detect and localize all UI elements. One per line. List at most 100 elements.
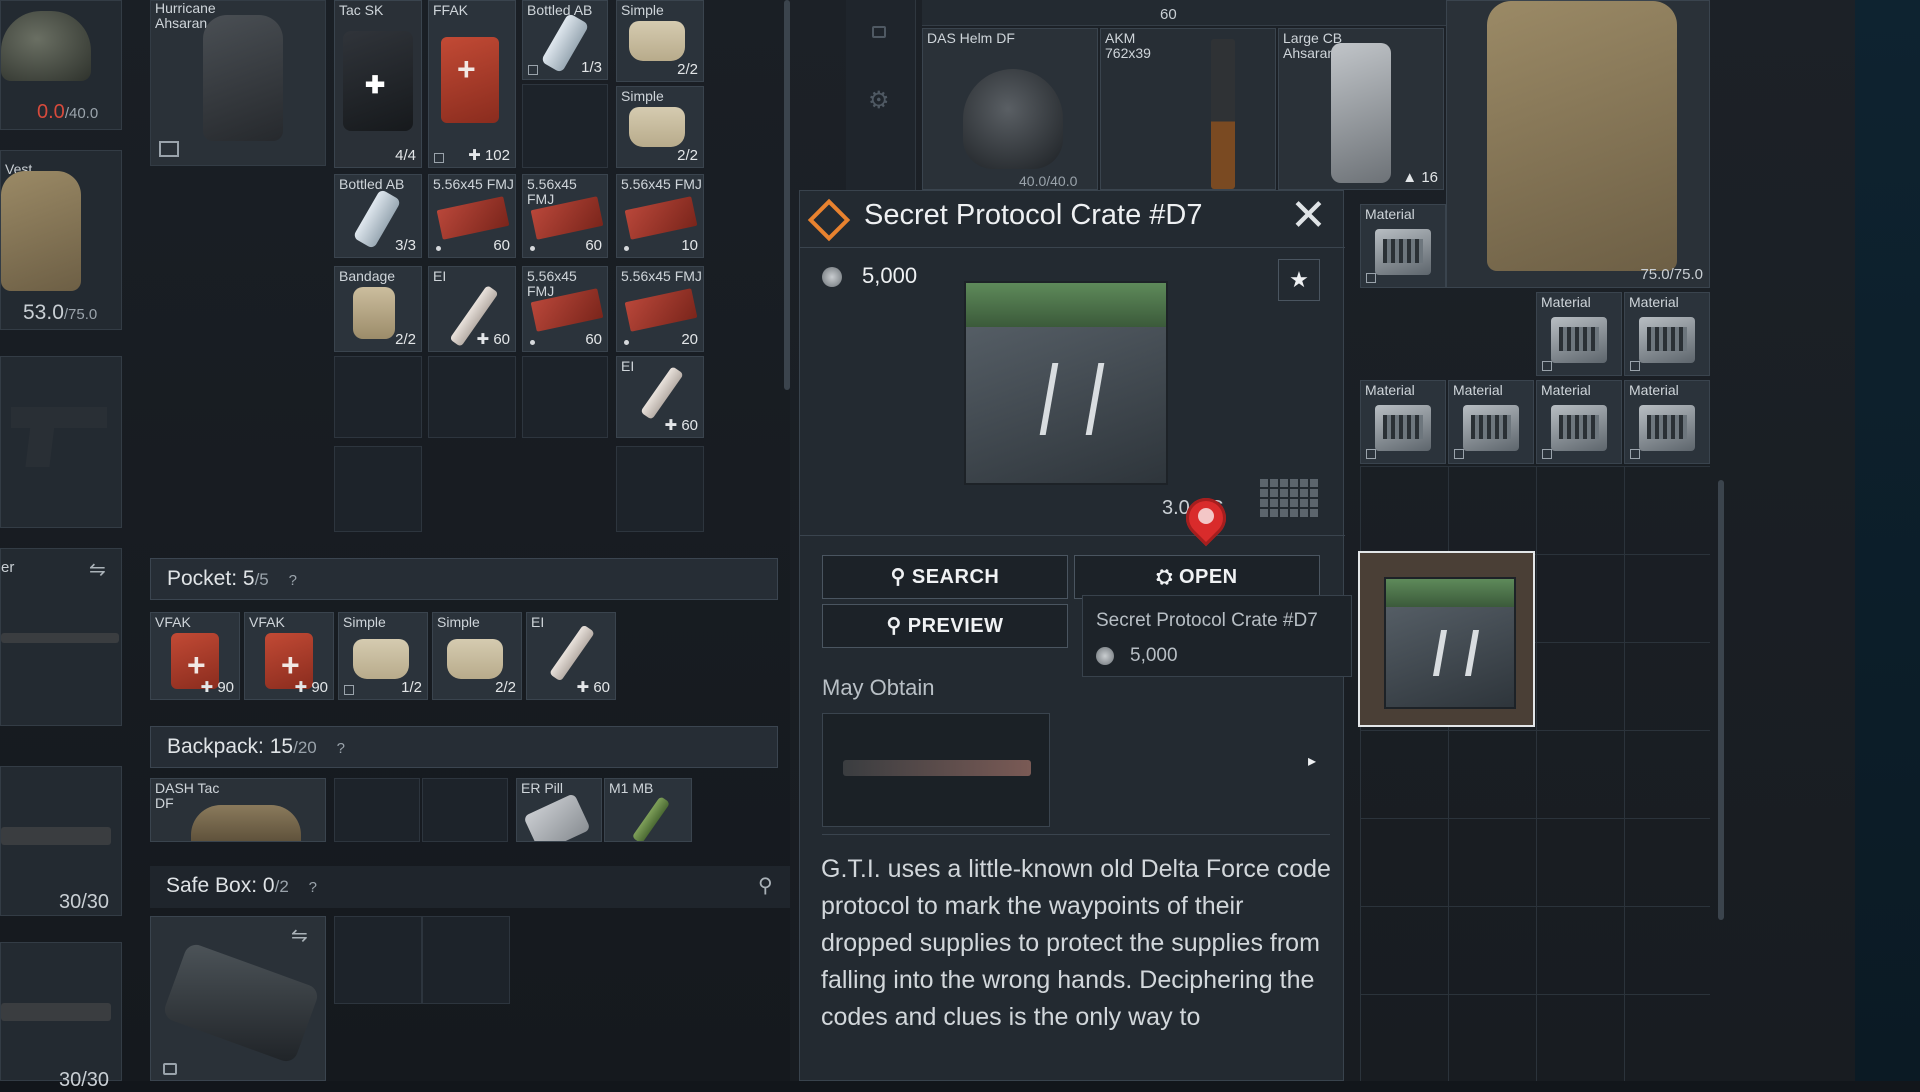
rig-item-ammo[interactable]: 5.56x45 FMJ 10 — [616, 174, 704, 258]
safe-box-help-icon[interactable]: ? — [309, 868, 317, 908]
primary-ammo: 30/30 — [59, 891, 110, 913]
pocket-item-simple[interactable]: Simple 2/2 — [432, 612, 522, 700]
stash-item-material[interactable]: Material — [1624, 292, 1710, 376]
next-arrow-icon[interactable]: ▸ — [1308, 751, 1316, 771]
rig-item-bandage[interactable]: Bandage 2/2 — [334, 266, 422, 352]
coin-icon — [822, 267, 842, 287]
pocket-item-simple[interactable]: Simple 1/2 — [338, 612, 428, 700]
rig-item-ammo[interactable]: 5.56x45 FMJ 20 — [616, 266, 704, 352]
obtainable-item-card[interactable] — [822, 713, 1050, 827]
rig-empty-slot[interactable] — [522, 356, 608, 438]
pocket-item-injector[interactable]: EI ✚ 60 — [526, 612, 616, 700]
pocket-help-icon[interactable]: ? — [289, 561, 297, 601]
helmet-icon — [1, 11, 91, 81]
backpack-slot[interactable]: DASH Tac DF — [150, 778, 326, 842]
pocket-item-vfak[interactable]: VFAK ✚ 90 — [244, 612, 334, 700]
backpack-label: Backpack: — [167, 735, 264, 758]
primary-weapon-slot[interactable]: 30/30 — [0, 766, 122, 916]
stash-item-material[interactable]: Material — [1360, 380, 1446, 464]
material-icon — [1551, 405, 1607, 451]
swap-icon[interactable]: ⇋ — [89, 557, 106, 582]
safe-box-used: 0 — [262, 874, 275, 897]
stash-item-material[interactable]: Material — [1536, 380, 1622, 464]
secondary-weapon-slot[interactable]: 30/30 — [0, 942, 122, 1091]
injector-icon — [631, 796, 671, 841]
helmet-durability: 0.0 — [37, 101, 65, 123]
crate-preview-image — [964, 281, 1168, 485]
rig-item-ffak[interactable]: FFAK ✚ 102 — [428, 0, 516, 168]
backpack-empty-slot[interactable] — [334, 778, 420, 842]
pouch-icon — [629, 21, 685, 61]
helmet-durability-max: /40.0 — [64, 105, 99, 122]
popup-price: 5,000 — [862, 263, 918, 288]
stash-item-material[interactable]: Material — [1360, 204, 1446, 288]
rig-item-simple[interactable]: Simple 2/2 — [616, 86, 704, 168]
rig-empty-slot[interactable] — [334, 356, 422, 438]
pill-pack-icon — [523, 793, 591, 841]
backpack-help-icon[interactable]: ? — [337, 729, 345, 769]
rig-empty-slot[interactable] — [334, 446, 422, 532]
safe-box-empty-slot[interactable] — [422, 916, 510, 1004]
gear-icon[interactable]: ⚙ — [868, 86, 890, 115]
stash-item-material[interactable]: Material — [1624, 380, 1710, 464]
rifle-icon — [1, 1003, 111, 1021]
stash-scrollbar[interactable] — [1718, 480, 1724, 920]
favorite-button[interactable]: ★ — [1278, 259, 1320, 301]
stash-item-material[interactable]: Material — [1448, 380, 1534, 464]
safe-box-icon — [161, 941, 321, 1065]
backpack-icon — [191, 805, 301, 841]
melee-slot[interactable]: er ⇋ — [0, 548, 122, 726]
rig-item-injector[interactable]: EI ✚ 60 — [428, 266, 516, 352]
melee-slot-label: er — [1, 559, 15, 576]
close-icon[interactable]: ✕ — [1290, 191, 1327, 241]
stash-item-akm[interactable]: AKM 762x39 — [1100, 28, 1276, 190]
rig-empty-slot[interactable] — [428, 356, 516, 438]
backpack-item-er-pill[interactable]: ER Pill — [516, 778, 602, 842]
helmet-slot[interactable]: 0.0/40.0 — [0, 0, 122, 130]
stash-item-selected-crate[interactable] — [1358, 551, 1535, 727]
coin-icon — [1096, 647, 1114, 665]
rig-empty-slot[interactable] — [616, 446, 704, 532]
stash-item-material[interactable]: Material — [1536, 292, 1622, 376]
stash-item-body-armor[interactable]: 75.0/75.0 — [1446, 0, 1710, 288]
pocket-item-vfak[interactable]: VFAK ✚ 90 — [150, 612, 240, 700]
safe-box-slot[interactable]: ⇋ — [150, 916, 326, 1081]
popup-divider — [800, 535, 1345, 536]
bottle-icon — [352, 188, 402, 250]
pistol-slot[interactable] — [0, 356, 122, 528]
rig-item-bottled-ab[interactable]: Bottled AB 1/3 — [522, 0, 608, 80]
swap-icon[interactable]: ⇋ — [291, 923, 308, 948]
rig-item-bottled-ab[interactable]: Bottled AB 3/3 — [334, 174, 422, 258]
search-icon: ⚲ — [886, 615, 902, 637]
backpack-capacity: /20 — [293, 738, 317, 757]
chest-rig-slot[interactable]: Hurricane Ahsaran — [150, 0, 326, 166]
rifle-icon — [843, 760, 1031, 776]
preview-button[interactable]: ⚲ PREVIEW — [822, 604, 1068, 648]
rig-item-tac-sk[interactable]: Tac SK ✚ 4/4 — [334, 0, 422, 168]
safe-box-capacity: /2 — [274, 877, 289, 896]
pin-icon[interactable]: ⚲ — [758, 866, 773, 906]
stash-sidebar: ⚙ — [846, 0, 916, 190]
rig-item-ammo[interactable]: 5.56x45 FMJ 60 — [428, 174, 516, 258]
rig-empty-slot[interactable] — [522, 84, 608, 168]
backpack-item-m1-mb[interactable]: M1 MB — [604, 778, 692, 842]
safe-box-empty-slot[interactable] — [334, 916, 422, 1004]
rig-item-injector[interactable]: EI ✚ 60 — [616, 356, 704, 438]
body-armor-slot[interactable]: Vest 53.0/75.0 — [0, 150, 122, 330]
backpack-empty-slot[interactable] — [422, 778, 508, 842]
open-button[interactable]: ⛭ OPEN — [1074, 555, 1320, 599]
ammo-box-icon — [624, 288, 698, 332]
lock-icon[interactable] — [872, 26, 886, 38]
rifle-icon — [1, 827, 111, 845]
panel-scrollbar[interactable] — [784, 0, 790, 390]
backpack-used: 15 — [269, 735, 294, 758]
stash-item-das-helm[interactable]: DAS Helm DF 40.0/40.0 — [922, 28, 1098, 190]
medkit-icon — [441, 37, 499, 123]
rig-item-ammo[interactable]: 5.56x45 FMJ 60 — [522, 174, 608, 258]
rig-item-simple[interactable]: Simple 2/2 — [616, 0, 704, 82]
rig-item-ammo[interactable]: 5.56x45 FMJ 60 — [522, 266, 608, 352]
material-icon — [1375, 229, 1431, 275]
stash-item-large-cb[interactable]: Large CB Ahsaran ▲ 16 — [1278, 28, 1444, 190]
title-divider — [800, 247, 1345, 248]
search-button[interactable]: ⚲ SEARCH — [822, 555, 1068, 599]
